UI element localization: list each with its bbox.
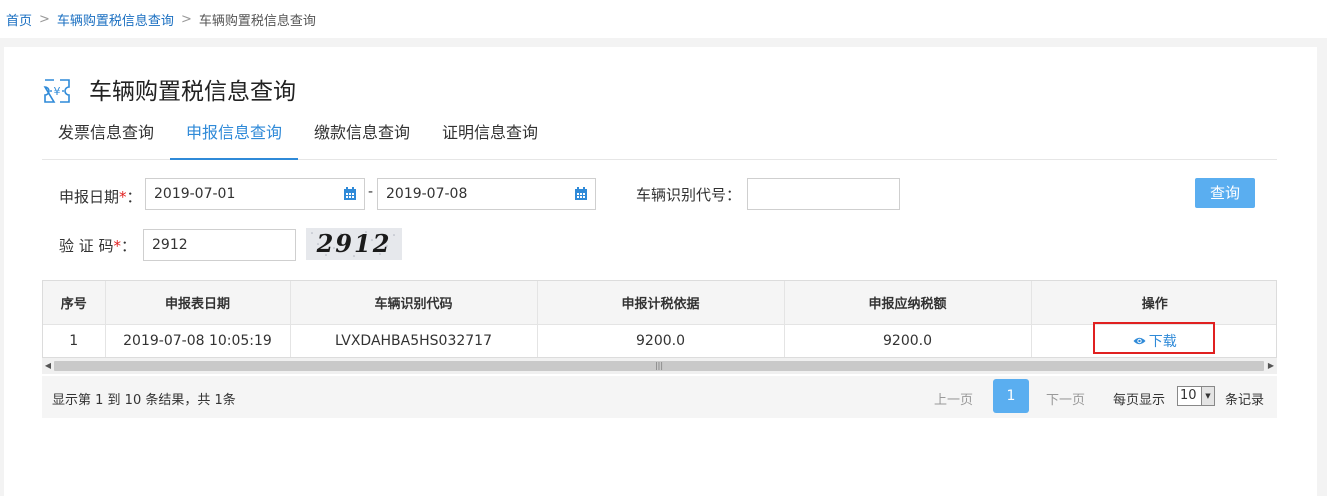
query-button[interactable]: 查询 [1195,178,1255,208]
required-mark: * [119,188,127,206]
scroll-left-icon[interactable]: ◀ [43,361,53,371]
declaration-date-label: 申报日期*： [59,187,142,207]
table-row: 1 2019-07-08 10:05:19 LVXDAHBA5HS032717 … [43,324,1276,357]
tab-declaration-query[interactable]: 申报信息查询 [170,117,299,160]
label-colon: ： [126,188,142,206]
breadcrumb-home-link[interactable]: 首页 [6,10,32,29]
page-size-select[interactable]: 10 ▼ [1177,386,1215,406]
breadcrumb-current: 车辆购置税信息查询 [198,13,316,29]
cell-date: 2019-07-08 10:05:19 [105,324,291,357]
tab-invoice-query[interactable]: 发票信息查询 [42,117,170,160]
page-size-suffix: 条记录 [1225,393,1265,408]
eye-icon [1133,337,1146,344]
cell-vin: LVXDAHBA5HS032717 [290,324,538,357]
captcha-label-text: 验 证 码 [59,237,114,255]
download-label: 下载 [1148,333,1177,350]
tab-payment-query[interactable]: 缴款信息查询 [298,117,426,160]
tab-certificate-query[interactable]: 证明信息查询 [426,117,554,160]
column-header-date: 申报表日期 [105,281,291,325]
column-header-tax-basis: 申报计税依据 [537,281,785,325]
tab-bar: 发票信息查询 申报信息查询 缴款信息查询 证明信息查询 [42,117,1277,160]
captcha-input[interactable] [143,229,296,261]
end-date-input[interactable] [377,178,596,210]
breadcrumb-separator: > [180,11,192,27]
captcha-text: 2912 [316,229,392,258]
scrollbar-thumb[interactable]: ||| [54,361,1264,371]
breadcrumb-separator: > [39,11,50,27]
page-size-value: 10 [1180,388,1197,403]
calendar-icon[interactable] [343,187,357,201]
column-header-action: 操作 [1031,281,1276,325]
next-page-button[interactable]: 下一页 [1046,389,1085,408]
vin-input[interactable] [747,178,900,210]
breadcrumb-parent-link[interactable]: 车辆购置税信息查询 [57,10,174,29]
column-header-vin: 车辆识别代码 [290,281,538,325]
date-label-text: 申报日期 [59,188,120,206]
date-range-separator: - [368,184,374,200]
horizontal-scrollbar[interactable]: ◀ ||| ▶ [42,357,1277,374]
cell-index: 1 [43,324,106,357]
pagination-bar: 显示第 1 到 10 条结果，共 1条 上一页 1 下一页 每页显示 10 ▼ … [42,376,1277,418]
label-colon: ： [121,237,137,255]
scroll-right-icon[interactable]: ▶ [1266,361,1276,371]
svg-text:¥: ¥ [54,85,61,98]
cell-tax-amount: 9200.0 [784,324,1032,357]
main-panel: ¥ 车辆购置税信息查询 发票信息查询 申报信息查询 缴款信息查询 证明信息查询 … [4,47,1317,496]
prev-page-button[interactable]: 上一页 [934,389,973,408]
page-title: 车辆购置税信息查询 [89,79,296,105]
captcha-image[interactable]: 2912 [306,228,402,260]
chevron-down-icon[interactable]: ▼ [1201,387,1214,405]
column-header-index: 序号 [43,281,106,325]
page-number-button[interactable]: 1 [993,379,1029,413]
download-link[interactable]: 下载 [1133,331,1177,351]
cell-action: 下载 [1031,324,1276,357]
start-date-input[interactable] [145,178,365,210]
page-size-label: 每页显示 [1113,393,1166,408]
column-header-tax-amount: 申报应纳税额 [784,281,1032,325]
results-summary: 显示第 1 到 10 条结果，共 1条 [52,393,236,408]
vin-label: 车辆识别代号： [636,186,742,204]
breadcrumb: 首页 > 车辆购置税信息查询 > 车辆购置税信息查询 [0,0,1327,38]
table-header-row: 序号 申报表日期 车辆识别代码 申报计税依据 申报应纳税额 操作 [43,281,1276,325]
calendar-icon[interactable] [574,187,588,201]
required-mark: * [113,237,122,255]
yuan-ticket-icon: ¥ [43,79,70,103]
cell-tax-basis: 9200.0 [537,324,785,357]
captcha-label: 验 证 码*： [59,236,136,256]
